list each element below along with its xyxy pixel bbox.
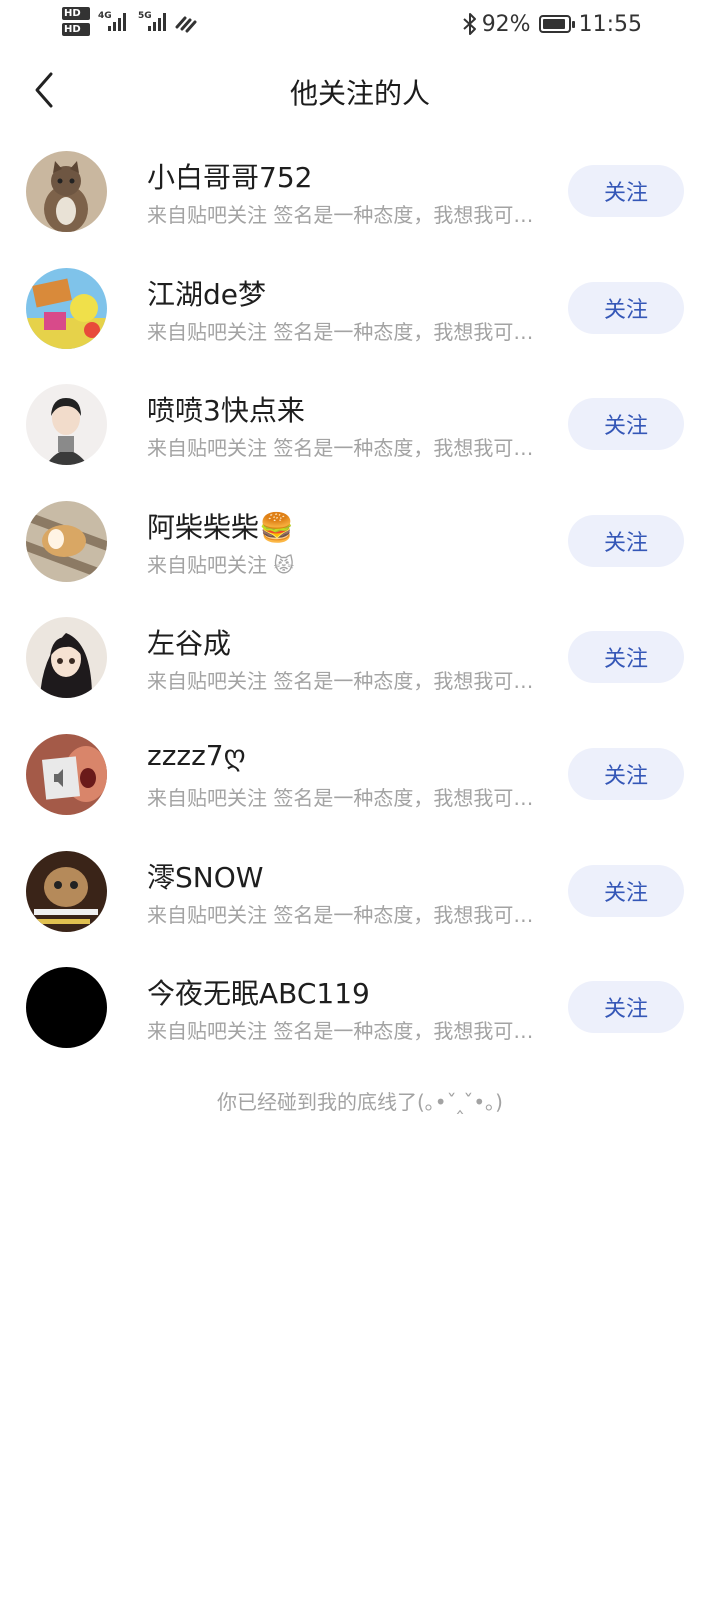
user-name[interactable]: 今夜无眠ABC119 (147, 972, 370, 1012)
list-item[interactable]: zzzz7ღ 来自贴吧关注 签名是一种态度，我想我可以更酷 关注 (0, 715, 720, 832)
bluetooth-icon (463, 13, 476, 35)
user-name[interactable]: 喷喷3快点来 (147, 389, 305, 429)
hd-badge: HD (62, 23, 90, 36)
header: 他关注的人 (0, 56, 720, 128)
list-item[interactable]: 喷喷3快点来 来自贴吧关注 签名是一种态度，我想我可以更酷 关注 (0, 365, 720, 482)
avatar[interactable] (26, 151, 107, 232)
avatar[interactable] (26, 733, 107, 815)
user-subtitle: 来自贴吧关注 签名是一种态度，我想我可以更酷 (147, 319, 539, 344)
follow-button[interactable]: 关注 (568, 981, 684, 1034)
avatar[interactable] (26, 500, 107, 582)
user-name[interactable]: 江湖de梦 (147, 273, 266, 313)
list-item[interactable]: 小白哥哥752 来自贴吧关注 签名是一种态度，我想我可以更酷 关注 (0, 132, 720, 249)
following-list: 小白哥哥752 来自贴吧关注 签名是一种态度，我想我可以更酷 关注 江湖de梦 … (0, 132, 720, 1065)
follow-button[interactable]: 关注 (568, 747, 684, 800)
wifi-link-icon (175, 16, 197, 33)
signal-bars-icon (108, 13, 128, 31)
signal-bars-icon (148, 13, 168, 31)
battery-percent: 92% (481, 11, 531, 37)
status-bar: HD HD 4G 5G 92% 11:55 (0, 0, 720, 48)
clock: 11:55 (578, 11, 642, 37)
user-name[interactable]: 阿柴柴柴🍔 (147, 506, 294, 546)
user-subtitle: 来自贴吧关注 签名是一种态度，我想我可以更酷 (147, 436, 539, 461)
list-item[interactable]: 澪SNOW 来自贴吧关注 签名是一种态度，我想我可以更酷 关注 (0, 832, 720, 949)
follow-button[interactable]: 关注 (568, 514, 684, 567)
list-item[interactable]: 江湖de梦 来自贴吧关注 签名是一种态度，我想我可以更酷 关注 (0, 249, 720, 366)
end-of-list-note: 你已经碰到我的底线了(｡•ˇ‸ˇ•｡) (217, 1090, 503, 1114)
status-right: 92% 11:55 (462, 9, 642, 39)
user-name[interactable]: 澪SNOW (147, 856, 263, 896)
follow-button[interactable]: 关注 (568, 631, 684, 684)
avatar[interactable] (26, 617, 107, 699)
list-item[interactable]: 左谷成 来自贴吧关注 签名是一种态度，我想我可以更酷 关注 (0, 598, 720, 715)
user-subtitle: 来自贴吧关注 签名是一种态度，我想我可以更酷 (147, 203, 539, 227)
user-subtitle: 来自贴吧关注 签名是一种态度，我想我可以更酷 (147, 1019, 539, 1044)
page-title: 他关注的人 (289, 77, 430, 110)
avatar[interactable] (26, 267, 107, 349)
list-item[interactable]: 今夜无眠ABC119 来自贴吧关注 签名是一种态度，我想我可以更酷 关注 (0, 948, 720, 1065)
follow-button[interactable]: 关注 (568, 281, 684, 334)
follow-button[interactable]: 关注 (568, 165, 684, 217)
follow-button[interactable]: 关注 (568, 398, 684, 451)
user-name[interactable]: zzzz7ღ (147, 739, 246, 772)
list-item[interactable]: 阿柴柴柴🍔 来自贴吧关注 😾 关注 (0, 482, 720, 599)
follow-button[interactable]: 关注 (568, 864, 684, 917)
user-name[interactable]: 小白哥哥752 (147, 156, 312, 196)
avatar[interactable] (26, 384, 107, 466)
hd-badge: HD (62, 7, 90, 20)
user-subtitle: 来自贴吧关注 签名是一种态度，我想我可以更酷 (147, 902, 539, 927)
user-name[interactable]: 左谷成 (147, 622, 231, 662)
user-subtitle: 来自贴吧关注 签名是一种态度，我想我可以更酷 (147, 785, 539, 810)
battery-icon (538, 15, 575, 33)
user-subtitle: 来自贴吧关注 签名是一种态度，我想我可以更酷 (147, 669, 539, 694)
avatar[interactable] (26, 967, 107, 1049)
avatar[interactable] (26, 850, 107, 932)
user-subtitle: 来自贴吧关注 😾 (147, 552, 295, 577)
